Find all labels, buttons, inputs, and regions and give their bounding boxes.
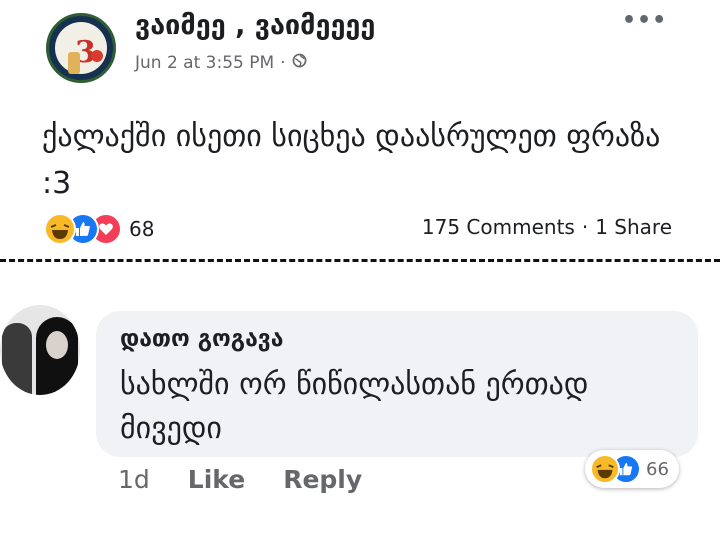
comment-reply-button[interactable]: Reply [283, 465, 362, 494]
reaction-count: 68 [129, 217, 155, 241]
comment-author-name[interactable]: დათო გოგავა [120, 326, 284, 352]
post-reactions[interactable]: 68 [44, 211, 154, 247]
globe-icon[interactable] [292, 53, 307, 73]
comment-actions: 1d Like Reply [118, 465, 400, 494]
comments-count-link[interactable]: 175 Comments [422, 215, 575, 239]
post-text: ქალაქში ისეთი სიცხეა დაასრულეთ ფრაზა :3 [42, 119, 661, 201]
commenter-avatar[interactable] [0, 305, 80, 395]
avatar-logo: 3 [55, 22, 107, 74]
dashed-divider [0, 259, 720, 262]
post-timestamp[interactable]: Jun 2 at 3:55 PM [135, 53, 274, 73]
page-avatar[interactable]: 3 [46, 13, 116, 83]
meta-separator: · [280, 53, 286, 73]
comment-text: სახლში ორ წიწილასთან ერთად მივედი [120, 367, 589, 446]
stats-separator: · [581, 215, 589, 239]
comment-timestamp[interactable]: 1d [118, 465, 150, 494]
comment-reaction-count: 66 [646, 458, 669, 480]
comment-reactions[interactable]: 66 [585, 450, 679, 488]
post-author-name[interactable]: ვაიმეე , ვაიმეეეე [135, 10, 375, 41]
comment-like-button[interactable]: Like [188, 465, 245, 494]
post-meta: Jun 2 at 3:55 PM · [135, 53, 307, 73]
more-options-icon[interactable]: ••• [622, 8, 667, 33]
shares-count-link[interactable]: 1 Share [595, 215, 672, 239]
haha-reaction-icon [44, 213, 76, 245]
post-stats: 175 Comments · 1 Share [422, 215, 672, 239]
haha-reaction-icon [590, 454, 620, 484]
